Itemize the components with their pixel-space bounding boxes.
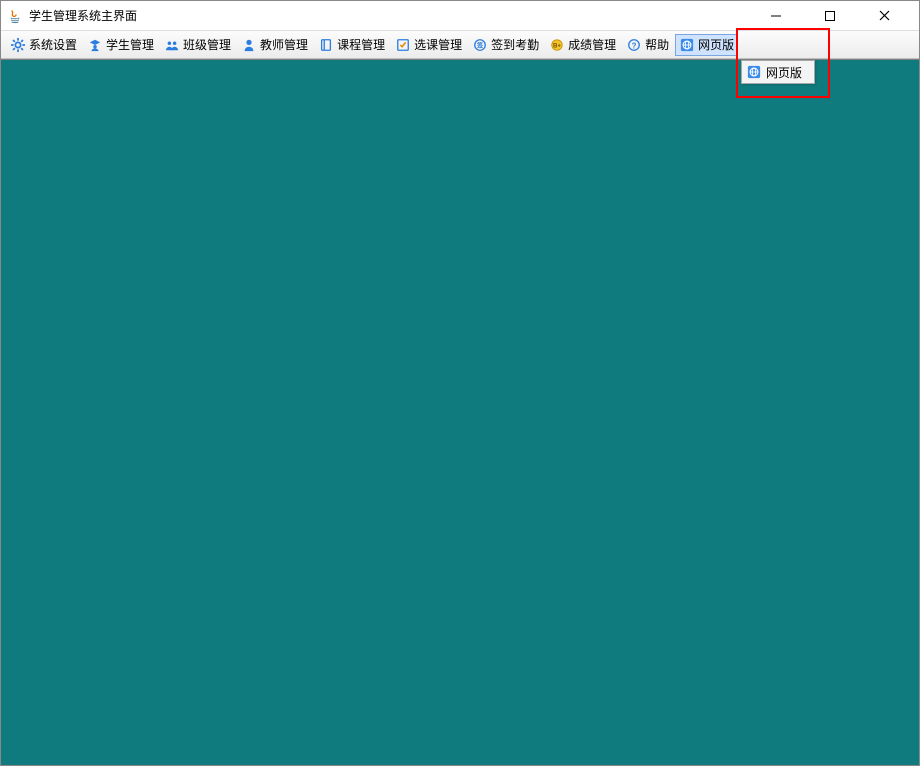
app-window: 学生管理系统主界面 系统设置 学生管理	[0, 0, 920, 766]
menu-label: 班级管理	[183, 36, 231, 53]
menu-label: 学生管理	[106, 36, 154, 53]
web-icon	[679, 37, 695, 53]
menu-teacher-management[interactable]: 教师管理	[237, 34, 312, 56]
menu-label: 帮助	[645, 36, 669, 53]
group-icon	[164, 37, 180, 53]
web-version-dropdown: 网页版	[741, 60, 815, 84]
menu-web-version[interactable]: 网页版	[675, 34, 738, 56]
menu-class-management[interactable]: 班级管理	[160, 34, 235, 56]
select-icon	[395, 37, 411, 53]
menu-attendance[interactable]: 签 签到考勤	[468, 34, 543, 56]
maximize-button[interactable]	[815, 6, 845, 26]
dropdown-item-web-version[interactable]: 网页版	[742, 61, 814, 83]
menu-label: 选课管理	[414, 36, 462, 53]
menu-system-settings[interactable]: 系统设置	[6, 34, 81, 56]
minimize-button[interactable]	[761, 6, 791, 26]
dropdown-item-label: 网页版	[766, 64, 802, 81]
help-icon: ?	[626, 37, 642, 53]
book-icon	[318, 37, 334, 53]
menu-student-management[interactable]: 学生管理	[83, 34, 158, 56]
menu-label: 系统设置	[29, 36, 77, 53]
java-icon	[7, 8, 23, 24]
menu-label: 课程管理	[337, 36, 385, 53]
medal-icon: B+	[549, 37, 565, 53]
content-area: 网页版	[1, 59, 919, 765]
menubar: 系统设置 学生管理 班级管理 教师管理 课程管理	[1, 31, 919, 59]
menu-label: 成绩管理	[568, 36, 616, 53]
svg-text:B+: B+	[553, 42, 561, 49]
gear-icon	[10, 37, 26, 53]
close-button[interactable]	[869, 6, 899, 26]
svg-text:签: 签	[476, 41, 484, 49]
window-controls	[761, 6, 913, 26]
badge-icon: 签	[472, 37, 488, 53]
svg-text:?: ?	[632, 41, 637, 50]
web-icon	[746, 64, 762, 80]
window-title: 学生管理系统主界面	[29, 7, 137, 24]
menu-label: 教师管理	[260, 36, 308, 53]
menu-label: 网页版	[698, 36, 734, 53]
menu-grade-management[interactable]: B+ 成绩管理	[545, 34, 620, 56]
student-icon	[87, 37, 103, 53]
menu-course-management[interactable]: 课程管理	[314, 34, 389, 56]
titlebar: 学生管理系统主界面	[1, 1, 919, 31]
teacher-icon	[241, 37, 257, 53]
menu-course-selection[interactable]: 选课管理	[391, 34, 466, 56]
menu-help[interactable]: ? 帮助	[622, 34, 673, 56]
menu-label: 签到考勤	[491, 36, 539, 53]
